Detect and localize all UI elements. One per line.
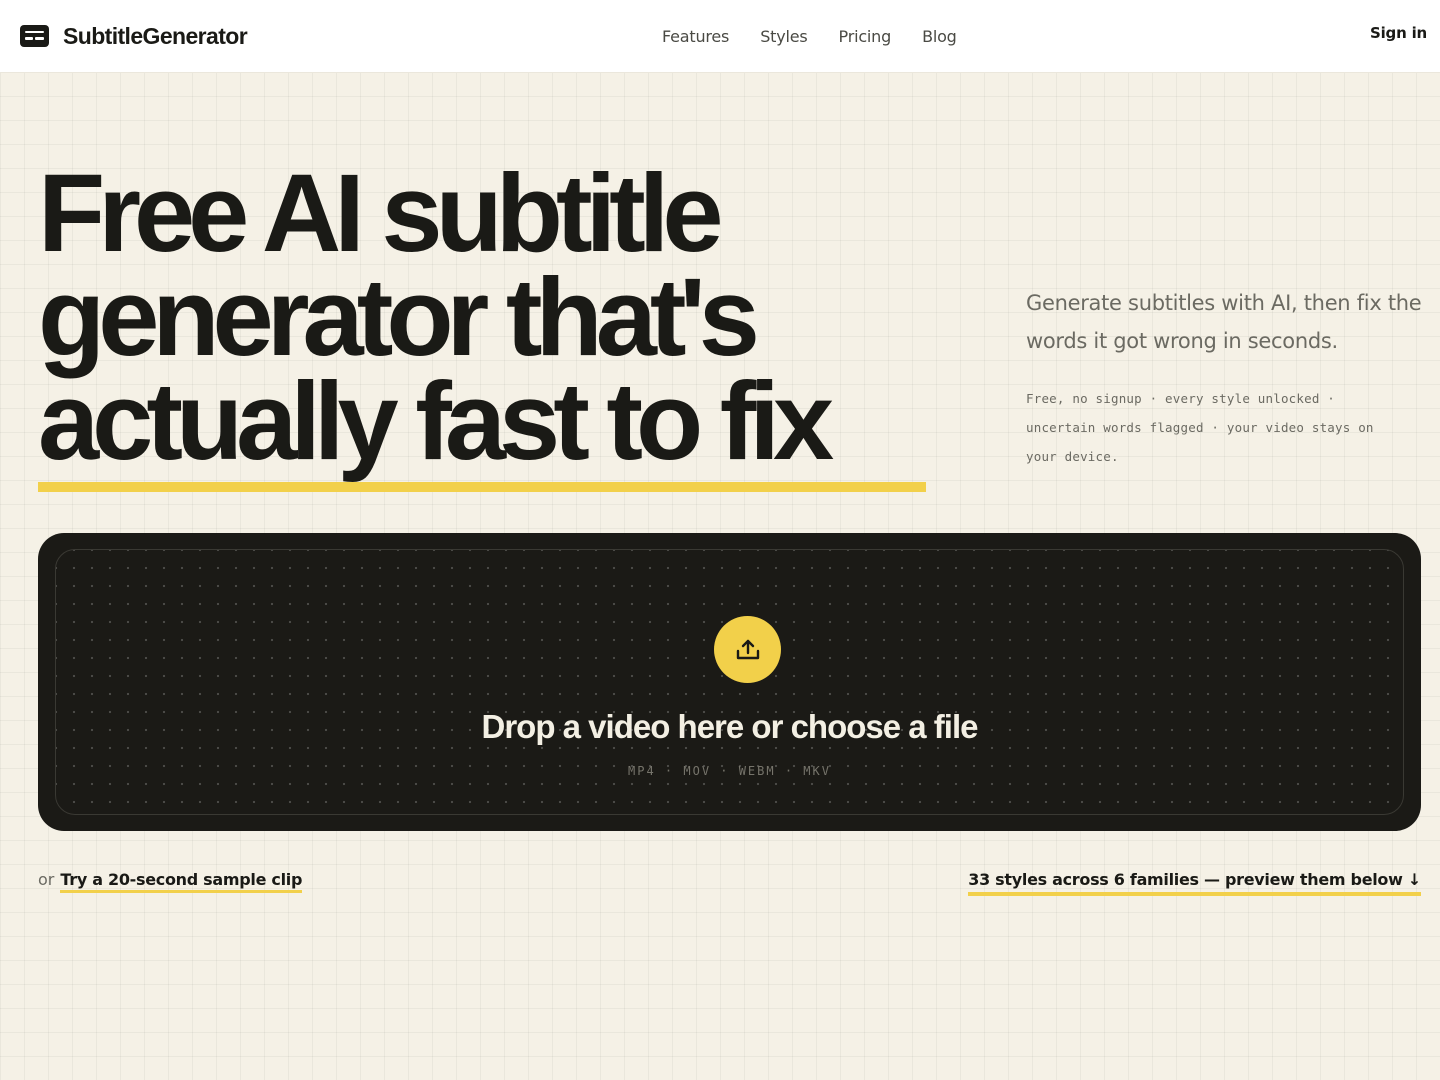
sample-clip-row: or Try a 20-second sample clip [38, 870, 302, 896]
drop-zone-title: Drop a video here or choose a file [481, 708, 979, 745]
brand-logo-link[interactable]: SubtitleGenerator [20, 22, 248, 50]
top-navigation-bar: SubtitleGenerator Features Styles Pricin… [0, 0, 1440, 73]
hero-headline: Free AI subtitle generator that's actual… [38, 152, 998, 492]
headline-highlight-underline [38, 482, 926, 492]
nav-blog[interactable]: Blog [922, 27, 957, 46]
drop-zone-dashed-area[interactable]: Drop a video here or choose a file MP4 ·… [55, 549, 1404, 815]
captions-icon [20, 25, 49, 47]
brand-name: SubtitleGenerator [63, 22, 248, 49]
supported-formats: MP4 · MOV · WEBM · MKV [628, 764, 831, 778]
upload-button[interactable] [714, 616, 781, 683]
try-sample-clip-link[interactable]: Try a 20-second sample clip [60, 870, 302, 893]
nav-features[interactable]: Features [662, 27, 729, 46]
feature-note: Free, no signup · every style unlocked ·… [1026, 391, 1374, 464]
nav-styles[interactable]: Styles [760, 27, 808, 46]
or-label: or [38, 870, 55, 889]
upload-icon [736, 639, 759, 659]
video-drop-zone[interactable]: Drop a video here or choose a file MP4 ·… [38, 533, 1421, 831]
headline-line-2: generator that's [38, 256, 760, 379]
sign-in-link[interactable]: Sign in [1370, 24, 1427, 48]
main-nav: Features Styles Pricing Blog [662, 24, 957, 48]
headline-line-1: Free AI subtitle [38, 152, 724, 275]
hero-lede: Generate subtitles with AI, then fix the… [1026, 291, 1422, 353]
headline-line-3: actually fast to fix [38, 360, 834, 483]
nav-pricing[interactable]: Pricing [839, 27, 892, 46]
preview-styles-link[interactable]: 33 styles across 6 families — preview th… [968, 870, 1421, 896]
